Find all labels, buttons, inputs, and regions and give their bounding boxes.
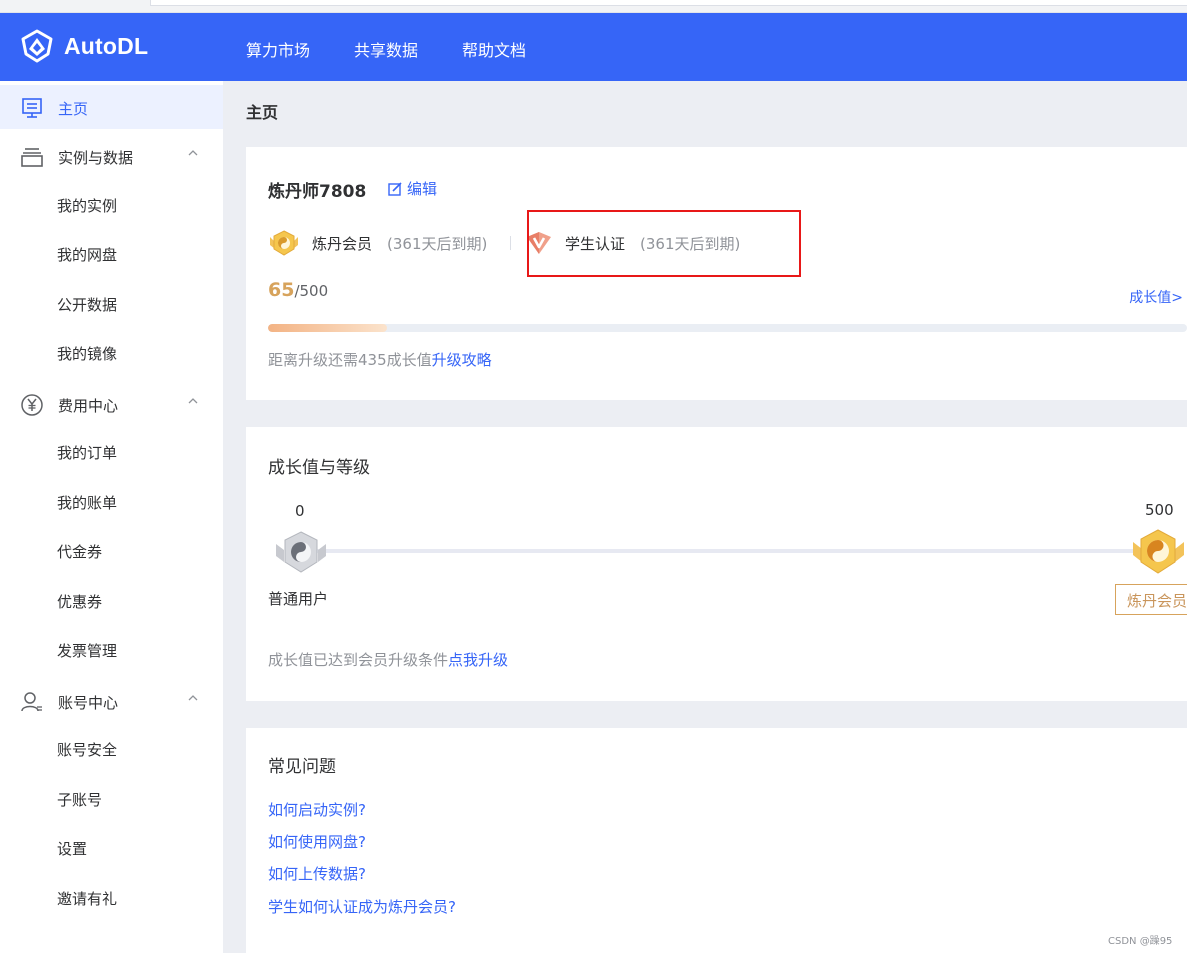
edit-button[interactable]: 编辑 — [388, 178, 437, 199]
level-hint: 成长值已达到会员升级条件点我升级 — [268, 649, 508, 670]
sidebar-item-my-netdisk[interactable]: 我的网盘 — [0, 234, 223, 274]
sidebar-item-label: 公开数据 — [57, 296, 118, 314]
sidebar-item-account-security[interactable]: 账号安全 — [0, 729, 223, 769]
level-start-value: 0 — [295, 502, 305, 520]
sidebar-item-settings[interactable]: 设置 — [0, 828, 223, 868]
growth-progress-bar — [268, 324, 1187, 332]
sidebar-group-instances[interactable]: 实例与数据 — [0, 134, 223, 178]
sidebar-item-label: 我的账单 — [57, 494, 118, 512]
level-end-value: 500 — [1145, 501, 1174, 519]
sidebar-item-coupons[interactable]: 优惠券 — [0, 581, 223, 621]
edit-icon — [388, 181, 402, 196]
level-end-tag: 炼丹会员 — [1115, 584, 1187, 615]
faq-link-use-netdisk[interactable]: 如何使用网盘? — [268, 831, 366, 852]
sidebar-item-label: 设置 — [57, 840, 88, 858]
nav-help-docs[interactable]: 帮助文档 — [462, 37, 526, 61]
upgrade-hint: 距离升级还需435成长值升级攻略 — [268, 349, 492, 370]
faq-title: 常见问题 — [268, 757, 336, 777]
level-track — [302, 549, 1156, 553]
nav-shared-data[interactable]: 共享数据 — [354, 37, 418, 61]
sidebar-item-sub-accounts[interactable]: 子账号 — [0, 779, 223, 819]
sidebar-item-my-instances[interactable]: 我的实例 — [0, 185, 223, 225]
nav-compute-market[interactable]: 算力市场 — [246, 37, 310, 61]
growth-progress-fill — [268, 324, 388, 332]
growth-score-total: /500 — [294, 282, 329, 300]
levels-card: 成长值与等级 0 500 普通用户 炼丹会员 成长值已达到会员升级条件点我升级 — [246, 427, 1187, 701]
upgrade-now-link[interactable]: 点我升级 — [448, 651, 508, 669]
sidebar-item-invite[interactable]: 邀请有礼 — [0, 878, 223, 918]
top-navbar: AutoDL 算力市场 共享数据 帮助文档 — [0, 13, 1187, 81]
growth-value-link[interactable]: 成长值> — [1129, 287, 1183, 307]
sidebar: 主页 实例与数据 我的实例 我的网盘 公开数据 我的镜像 费用中心 我的订单 我… — [0, 81, 223, 953]
faq-link-student-verify[interactable]: 学生如何认证成为炼丹会员? — [268, 896, 456, 917]
sidebar-item-label: 主页 — [58, 100, 89, 118]
upgrade-guide-link[interactable]: 升级攻略 — [432, 351, 492, 369]
sidebar-item-my-images[interactable]: 我的镜像 — [0, 333, 223, 373]
sidebar-item-label: 代金券 — [57, 543, 103, 561]
sidebar-item-label: 我的网盘 — [57, 246, 118, 264]
logo-text: AutoDL — [64, 32, 149, 59]
main-nav: 算力市场 共享数据 帮助文档 — [246, 37, 570, 61]
faq-link-upload-data[interactable]: 如何上传数据? — [268, 863, 366, 884]
sidebar-item-label: 发票管理 — [57, 642, 118, 660]
upgrade-hint-text: 距离升级还需435成长值 — [268, 351, 432, 369]
highlight-box — [527, 210, 801, 277]
sidebar-item-label: 账号安全 — [57, 741, 118, 759]
sidebar-item-label: 邀请有礼 — [57, 890, 118, 908]
sidebar-group-label: 账号中心 — [58, 694, 119, 712]
browser-tab-strip — [0, 0, 1187, 13]
sidebar-item-my-bills[interactable]: 我的账单 — [0, 482, 223, 522]
gray-medal-icon — [276, 531, 326, 573]
page-title: 主页 — [246, 103, 279, 122]
sidebar-group-label: 实例与数据 — [58, 149, 134, 167]
levels-title: 成长值与等级 — [268, 458, 370, 478]
sidebar-item-public-data[interactable]: 公开数据 — [0, 284, 223, 324]
autodl-logo-icon — [21, 29, 53, 63]
growth-score-current: 65 — [268, 279, 295, 301]
watermark: CSDN @躁95 — [1108, 936, 1173, 947]
edit-label: 编辑 — [407, 180, 438, 198]
stack-icon — [21, 148, 43, 167]
sidebar-item-label: 子账号 — [57, 791, 103, 809]
member-badge-expiry: (361天后到期) — [387, 235, 488, 253]
member-badge-label: 炼丹会员 — [312, 235, 373, 253]
gold-medal-icon — [1133, 529, 1184, 574]
level-hint-text: 成长值已达到会员升级条件 — [268, 651, 449, 669]
sidebar-item-label: 我的实例 — [57, 197, 118, 215]
sidebar-item-label: 优惠券 — [57, 593, 103, 611]
sidebar-item-invoices[interactable]: 发票管理 — [0, 630, 223, 670]
sidebar-group-account[interactable]: 账号中心 — [0, 679, 223, 723]
autodl-logo[interactable]: AutoDL — [20, 29, 148, 63]
badge-divider — [510, 236, 511, 250]
level-start-label: 普通用户 — [268, 590, 329, 608]
sidebar-item-my-orders[interactable]: 我的订单 — [0, 432, 223, 472]
growth-score: 65/500 — [268, 279, 328, 301]
faq-link-start-instance[interactable]: 如何启动实例? — [268, 799, 366, 820]
yen-icon — [21, 394, 43, 416]
chevron-up-icon[interactable] — [186, 146, 200, 160]
faq-card: 常见问题 如何启动实例? 如何使用网盘? 如何上传数据? 学生如何认证成为炼丹会… — [246, 728, 1187, 953]
monitor-icon — [22, 98, 42, 118]
username: 炼丹师7808 — [268, 182, 367, 202]
user-icon — [21, 692, 42, 712]
gold-medal-icon — [270, 230, 298, 256]
chevron-up-icon[interactable] — [186, 691, 200, 705]
sidebar-item-label: 我的镜像 — [57, 345, 118, 363]
chevron-up-icon[interactable] — [186, 394, 200, 408]
sidebar-item-label: 我的订单 — [57, 444, 118, 462]
sidebar-group-billing[interactable]: 费用中心 — [0, 382, 223, 426]
sidebar-item-home[interactable]: 主页 — [0, 85, 223, 129]
browser-tab-edge — [150, 0, 1187, 6]
sidebar-item-vouchers[interactable]: 代金券 — [0, 531, 223, 571]
sidebar-group-label: 费用中心 — [58, 397, 119, 415]
